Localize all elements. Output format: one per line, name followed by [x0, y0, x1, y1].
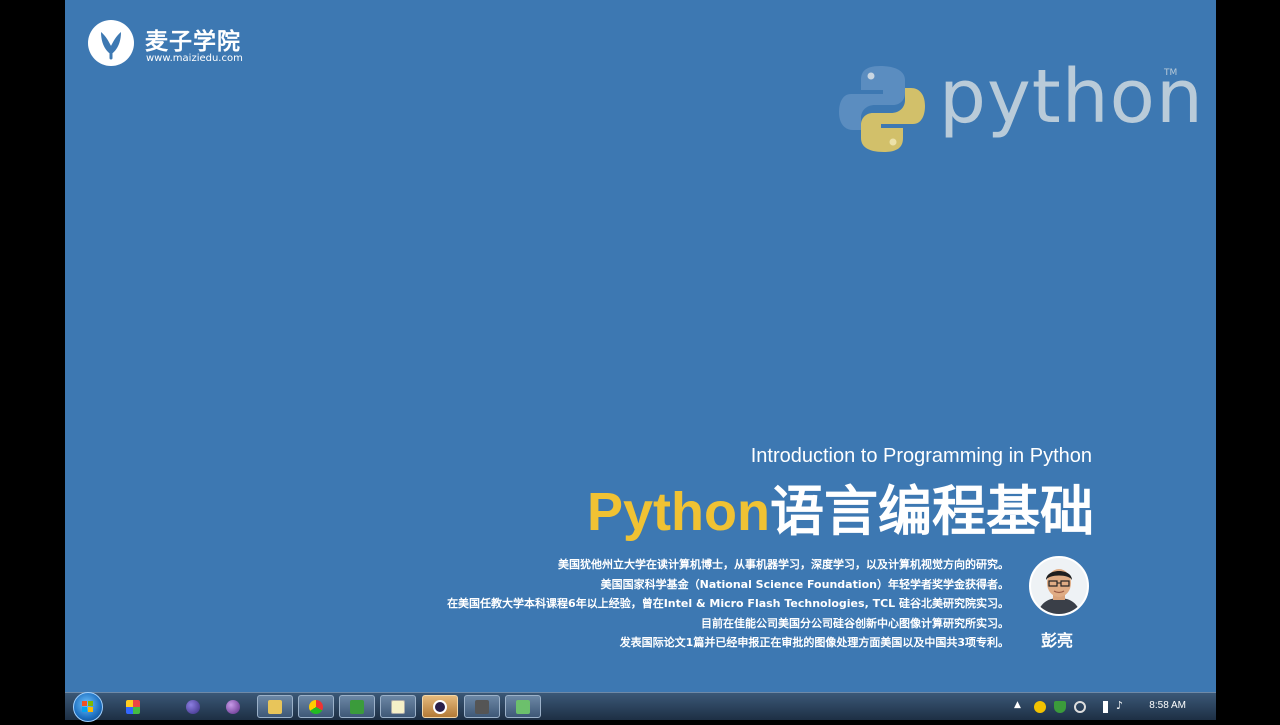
windows-logo-icon [82, 701, 93, 712]
trademark: TM [1164, 68, 1178, 78]
chrome-icon [309, 699, 323, 714]
course-title-chinese: 语言编程基础 [770, 482, 1094, 542]
show-hidden-icons-icon[interactable]: ▲ [1014, 700, 1026, 712]
maizi-logo-icon [88, 20, 134, 66]
network-signal-icon[interactable] [1096, 701, 1108, 713]
app-green-icon [350, 699, 364, 714]
python-snake-icon [839, 66, 925, 152]
python-logo: python TM [837, 54, 1203, 160]
taskbar-eclipse-2[interactable] [215, 695, 251, 718]
eclipse-icon [186, 699, 200, 714]
bio-line: 美国犹他州立大学在读计算机博士，从事机器学习，深度学习，以及计算机视觉方向的研究… [558, 558, 1009, 571]
volume-icon[interactable]: ♪ [1116, 699, 1128, 712]
camera-icon [475, 699, 489, 714]
taskbar-app-launcher[interactable] [115, 695, 151, 718]
taskbar-camera[interactable] [464, 695, 500, 718]
taskbar-notepad[interactable] [380, 695, 416, 718]
instructor-bio: 美国犹他州立大学在读计算机博士，从事机器学习，深度学习，以及计算机视觉方向的研究… [447, 555, 1009, 653]
notepad-icon [391, 699, 405, 714]
plus-icon[interactable] [1034, 701, 1046, 713]
taskbar-chrome[interactable] [298, 695, 334, 718]
course-title: Python语言编程基础 [587, 480, 1094, 544]
brand-url: www.maiziedu.com [146, 53, 243, 64]
clock[interactable]: 8:58 AM [1149, 700, 1186, 711]
taskbar-file-explorer[interactable] [257, 695, 293, 718]
bio-line: 发表国际论文1篇并已经申报正在审批的图像处理方面美国以及中国共3项专利。 [619, 636, 1009, 649]
taskbar-recorder[interactable] [422, 695, 458, 718]
taskbar-app-green-2[interactable] [505, 695, 541, 718]
start-button[interactable] [73, 692, 103, 722]
brand-name: 麦子学院 [145, 29, 241, 55]
python-wordmark: python [939, 54, 1204, 140]
record-icon [433, 699, 447, 714]
app-green2-icon [516, 699, 530, 714]
subtitle: Introduction to Programming in Python [750, 445, 1092, 467]
bio-line: 在美国任教大学本科课程6年以上经验，曾在Intel & Micro Flash … [447, 597, 1009, 610]
instructor-avatar [1029, 556, 1089, 616]
bio-line: 美国国家科学基金（National Science Foundation）年轻学… [600, 577, 1009, 591]
apps-icon [126, 699, 140, 714]
taskbar: ▲ ♪ 8:58 AM [65, 692, 1216, 722]
settings-icon[interactable] [1074, 701, 1086, 713]
eclipse-purple-icon [226, 699, 240, 714]
shield-icon[interactable] [1054, 701, 1066, 713]
instructor-name: 彭亮 [1041, 631, 1074, 650]
folder-icon [268, 699, 282, 714]
slide: 麦子学院 www.maiziedu.com python TM Introduc… [65, 0, 1216, 692]
taskbar-eclipse[interactable] [175, 695, 211, 718]
bio-line: 目前在佳能公司美国分公司硅谷创新中心图像计算研究所实习。 [701, 616, 1009, 630]
taskbar-app-green[interactable] [339, 695, 375, 718]
course-title-python: Python [587, 482, 770, 542]
